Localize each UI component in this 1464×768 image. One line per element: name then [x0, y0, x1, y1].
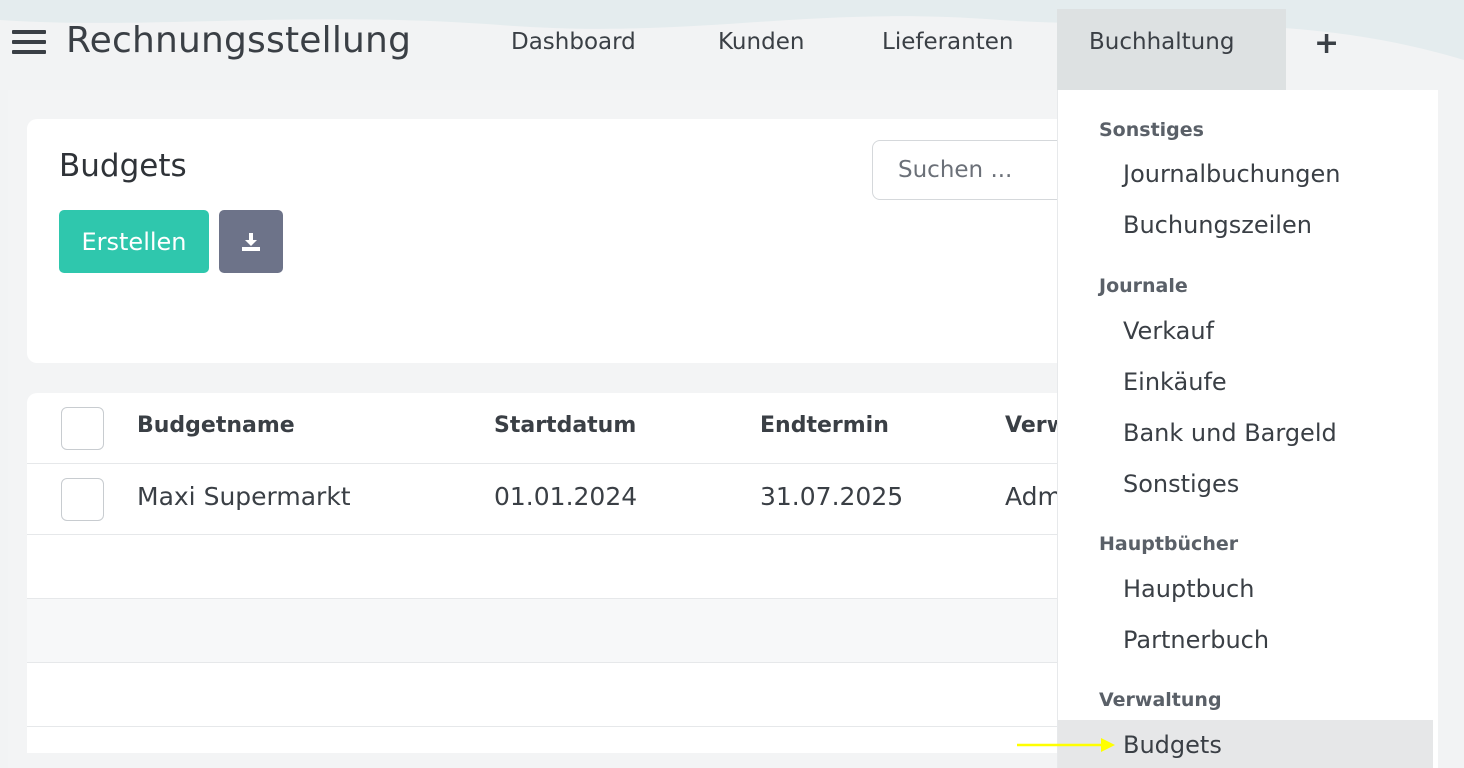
nav-item-dashboard[interactable]: Dashboard [511, 29, 636, 55]
add-menu-button[interactable]: + [1314, 26, 1339, 61]
empty-table-row [27, 535, 1067, 599]
nav-item-kunden[interactable]: Kunden [718, 29, 804, 55]
dropdown-section-journale: Journale [1099, 275, 1188, 297]
column-header-budgetname[interactable]: Budgetname [137, 413, 295, 438]
download-button[interactable] [219, 210, 283, 273]
search-input[interactable] [872, 140, 1068, 200]
column-header-endtermin[interactable]: Endtermin [760, 413, 889, 438]
menu-item-sonstiges[interactable]: Sonstiges [1123, 470, 1239, 498]
empty-table-row [27, 599, 1067, 663]
start-date-cell: 01.01.2024 [494, 482, 638, 511]
column-header-startdatum[interactable]: Startdatum [494, 413, 636, 438]
manager-cell: Adm [1005, 482, 1062, 511]
menu-icon[interactable] [12, 30, 46, 56]
menu-item-einkaeufe[interactable]: Einkäufe [1123, 368, 1227, 396]
menu-item-partnerbuch[interactable]: Partnerbuch [1123, 626, 1269, 654]
nav-item-lieferanten[interactable]: Lieferanten [882, 29, 1013, 55]
download-icon [242, 232, 260, 251]
menu-item-verkauf[interactable]: Verkauf [1123, 317, 1214, 345]
top-navbar: Rechnungsstellung Dashboard Kunden Liefe… [0, 0, 1464, 90]
dropdown-section-sonstiges: Sonstiges [1099, 119, 1204, 141]
menu-item-journalbuchungen[interactable]: Journalbuchungen [1123, 160, 1341, 188]
page-title: Budgets [59, 148, 187, 184]
end-date-cell: 31.07.2025 [760, 482, 904, 511]
app-title: Rechnungsstellung [66, 20, 412, 61]
menu-item-bank-und-bargeld[interactable]: Bank und Bargeld [1123, 419, 1337, 447]
create-button[interactable]: Erstellen [59, 210, 209, 273]
menu-item-budgets[interactable]: Budgets [1123, 731, 1222, 759]
dropdown-section-hauptbuecher: Hauptbücher [1099, 533, 1239, 555]
table-header-row: Budgetname Startdatum Endtermin Verw [27, 393, 1067, 464]
row-checkbox[interactable] [61, 478, 104, 521]
select-all-checkbox[interactable] [61, 407, 104, 450]
budget-name-cell: Maxi Supermarkt [137, 482, 351, 511]
nav-item-buchhaltung[interactable]: Buchhaltung [1089, 29, 1234, 55]
dropdown-section-verwaltung: Verwaltung [1099, 689, 1222, 711]
empty-table-row [27, 663, 1067, 727]
table-row[interactable]: Maxi Supermarkt 01.01.2024 31.07.2025 Ad… [27, 464, 1067, 535]
menu-item-hauptbuch[interactable]: Hauptbuch [1123, 575, 1254, 603]
budget-table: Budgetname Startdatum Endtermin Verw Max… [27, 393, 1067, 753]
menu-item-buchungszeilen[interactable]: Buchungszeilen [1123, 211, 1312, 239]
annotation-arrow-icon [1017, 738, 1115, 752]
